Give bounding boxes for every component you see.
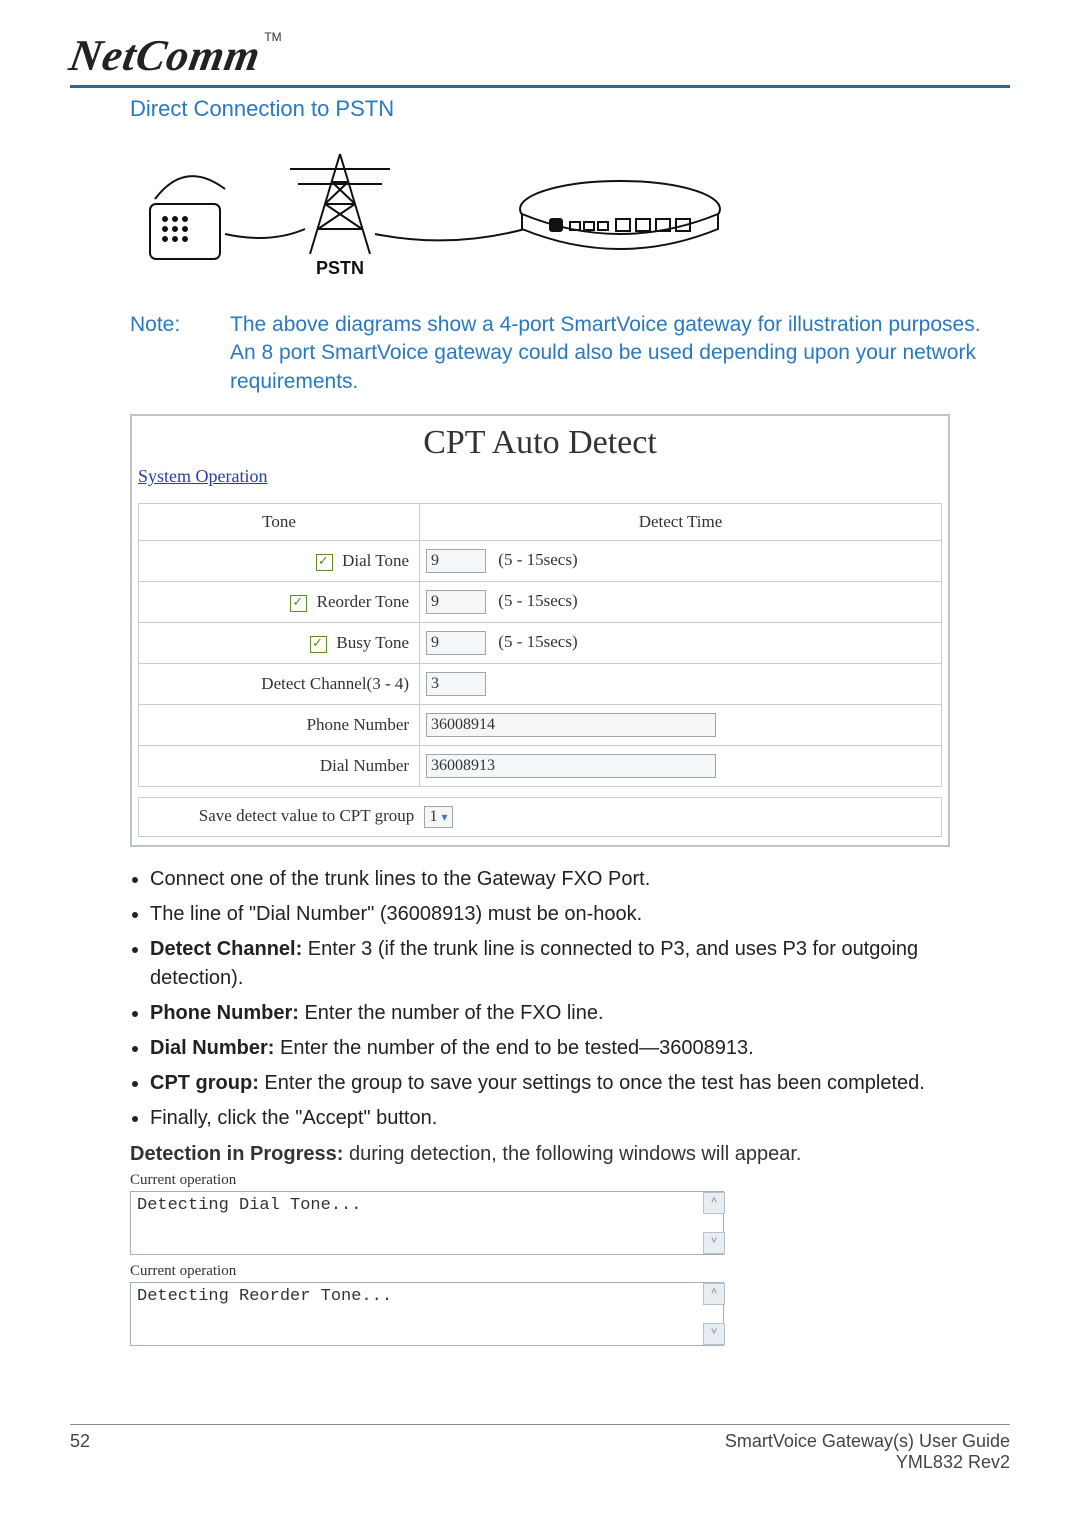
list-item: Finally, click the "Accept" button. (150, 1104, 950, 1133)
logo-text: NetComm (66, 30, 265, 81)
dial-tone-checkbox[interactable] (316, 554, 333, 571)
footer-guide: SmartVoice Gateway(s) User Guide (725, 1431, 1010, 1452)
dial-number-input[interactable]: 36008913 (426, 754, 716, 778)
scrollbar[interactable]: ˄ ˅ (703, 1283, 723, 1345)
busy-tone-checkbox[interactable] (310, 636, 327, 653)
section-title: Direct Connection to PSTN (130, 96, 1010, 122)
page-number: 52 (70, 1431, 90, 1473)
cpt-group-value: 1 (429, 808, 437, 826)
current-operation-label-2: Current operation (130, 1263, 950, 1280)
busy-tone-input[interactable]: 9 (426, 631, 486, 655)
cpt-group-dropdown[interactable]: 1 ▾ (424, 806, 452, 828)
reorder-tone-input[interactable]: 9 (426, 590, 486, 614)
scrollbar[interactable]: ˄ ˅ (703, 1192, 723, 1254)
list-item: CPT group: Enter the group to save your … (150, 1069, 950, 1098)
save-row: Save detect value to CPT group 1 ▾ (138, 797, 942, 837)
operation-text-1: Detecting Dial Tone... (137, 1196, 361, 1215)
detection-heading-rest: during detection, the following windows … (343, 1143, 801, 1165)
dial-number-bold: Dial Number: (150, 1037, 274, 1059)
dial-tone-input[interactable]: 9 (426, 549, 486, 573)
th-tone: Tone (139, 504, 420, 541)
reorder-tone-checkbox[interactable] (290, 595, 307, 612)
instruction-list: Connect one of the trunk lines to the Ga… (150, 865, 950, 1133)
note-text: The above diagrams show a 4-port SmartVo… (230, 311, 1010, 396)
header-rule (70, 85, 1010, 88)
connection-diagram: PSTN (130, 134, 1010, 299)
chevron-down-icon: ▾ (441, 810, 447, 825)
detect-channel-bold: Detect Channel: (150, 938, 302, 960)
scroll-up-icon[interactable]: ˄ (703, 1192, 725, 1214)
header-logo: NetComm TM (70, 30, 1010, 81)
detect-channel-input[interactable]: 3 (426, 672, 486, 696)
dial-number-label: Dial Number (320, 756, 409, 775)
list-item: Detect Channel: Enter 3 (if the trunk li… (150, 935, 950, 993)
page-footer: 52 SmartVoice Gateway(s) User Guide YML8… (70, 1424, 1010, 1473)
phone-number-bold: Phone Number: (150, 1002, 299, 1024)
logo-tm: TM (264, 30, 281, 44)
reorder-tone-hint: (5 - 15secs) (498, 591, 577, 610)
operation-box-1: Detecting Dial Tone... ˄ ˅ (130, 1191, 724, 1255)
diagram-pstn-label: PSTN (316, 258, 364, 278)
save-label: Save detect value to CPT group (147, 806, 420, 826)
phone-number-input[interactable]: 36008914 (426, 713, 716, 737)
cpt-group-rest: Enter the group to save your settings to… (259, 1072, 925, 1094)
reorder-tone-label: Reorder Tone (317, 592, 409, 611)
list-item: Dial Number: Enter the number of the end… (150, 1034, 950, 1063)
detect-channel-label: Detect Channel(3 - 4) (261, 674, 409, 693)
current-operation-label-1: Current operation (130, 1172, 950, 1189)
dial-number-rest: Enter the number of the end to be tested… (274, 1037, 753, 1059)
cpt-group-bold: CPT group: (150, 1072, 259, 1094)
busy-tone-hint: (5 - 15secs) (498, 632, 577, 651)
list-item: Connect one of the trunk lines to the Ga… (150, 865, 950, 894)
note-label: Note: (130, 311, 230, 396)
detection-heading-bold: Detection in Progress: (130, 1143, 343, 1165)
cpt-table: Tone Detect Time Dial Tone 9 (5 - 15secs… (138, 503, 942, 787)
phone-number-rest: Enter the number of the FXO line. (299, 1002, 604, 1024)
scroll-down-icon[interactable]: ˅ (703, 1232, 725, 1254)
phone-number-label: Phone Number (307, 715, 409, 734)
dial-tone-hint: (5 - 15secs) (498, 550, 577, 569)
busy-tone-label: Busy Tone (336, 633, 409, 652)
note-block: Note: The above diagrams show a 4-port S… (130, 311, 1010, 396)
cpt-panel: CPT Auto Detect System Operation Tone De… (130, 414, 950, 847)
operation-box-2: Detecting Reorder Tone... ˄ ˅ (130, 1282, 724, 1346)
scroll-down-icon[interactable]: ˅ (703, 1323, 725, 1345)
list-item: The line of "Dial Number" (36008913) mus… (150, 900, 950, 929)
list-item: Phone Number: Enter the number of the FX… (150, 999, 950, 1028)
system-operation-link[interactable]: System Operation (132, 466, 948, 493)
th-detect-time: Detect Time (420, 504, 942, 541)
dial-tone-label: Dial Tone (342, 551, 409, 570)
operation-text-2: Detecting Reorder Tone... (137, 1287, 392, 1306)
cpt-title: CPT Auto Detect (132, 416, 948, 466)
scroll-up-icon[interactable]: ˄ (703, 1283, 725, 1305)
footer-rev: YML832 Rev2 (725, 1452, 1010, 1473)
